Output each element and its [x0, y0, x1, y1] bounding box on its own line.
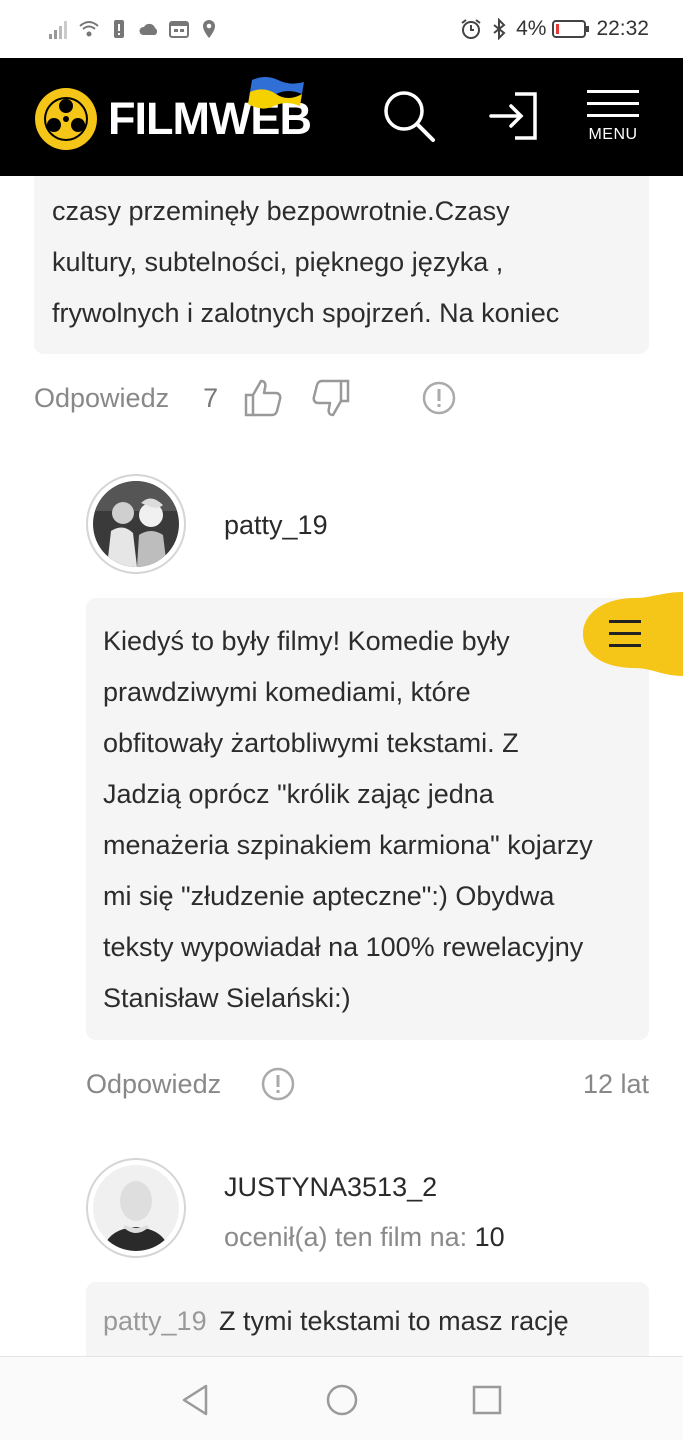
battery-icon [552, 20, 590, 38]
status-icons-left [48, 16, 220, 42]
login-icon [489, 92, 537, 140]
ukraine-flag-icon [248, 77, 304, 109]
hamburger-icon [587, 90, 639, 117]
quoted-username[interactable]: patty_19 [103, 1306, 207, 1336]
comment-actions: Odpowiedz 7 [34, 376, 456, 420]
floating-menu-button[interactable] [583, 592, 683, 676]
report-icon[interactable] [422, 381, 456, 415]
comment-line: frywolnych i zalotnych spojrzeń. Na koni… [52, 298, 560, 328]
alert-icon [114, 20, 124, 38]
menu-button[interactable]: MENU [585, 88, 641, 148]
status-icons-right: 4% 22:32 [460, 16, 649, 42]
comment-text: Z tymi tekstami to masz rację [219, 1306, 569, 1336]
cloud-icon [139, 23, 158, 35]
menu-label: MENU [588, 126, 638, 143]
comment-line: prawdziwymi komediami, które [103, 677, 471, 707]
search-icon [384, 91, 435, 142]
battery-percent: 4% [516, 17, 547, 40]
rating-value: 10 [474, 1222, 505, 1252]
home-icon[interactable] [325, 1383, 359, 1417]
thumbs-up-icon[interactable] [242, 377, 284, 419]
comment-line: Jadzią oprócz "królik zając jedna [103, 779, 494, 809]
comment-line: Stanisław Sielański:) [103, 983, 351, 1013]
avatar-photo [93, 481, 179, 567]
comment-username[interactable]: patty_19 [224, 510, 328, 541]
comment-line: mi się "złudzenie apteczne":) Obydwa [103, 881, 555, 911]
reply-button[interactable]: Odpowiedz [86, 1069, 221, 1100]
reply-button[interactable]: Odpowiedz [34, 383, 169, 414]
calendar-icon [169, 21, 189, 38]
comment-line: teksty wypowiadał na 100% rewelacyjny [103, 932, 584, 962]
signal-icon [49, 21, 67, 39]
comment-line: menażeria szpinakiem karmiona" kojarzy [103, 830, 593, 860]
thumbs-down-icon[interactable] [310, 377, 352, 419]
system-navigation-bar [0, 1356, 683, 1440]
status-bar: 4% 22:32 [0, 0, 683, 58]
film-reel-icon [35, 88, 97, 150]
location-icon [203, 20, 215, 38]
search-button[interactable] [378, 84, 440, 148]
clock: 22:32 [596, 17, 649, 40]
like-count: 7 [203, 382, 219, 413]
report-icon[interactable] [261, 1067, 295, 1101]
comment-age: 12 lat [582, 1068, 649, 1099]
comment-line: czasy przeminęły bezpowrotnie.Czasy [52, 196, 510, 226]
comment-bubble: Kiedyś to były filmy! Komedie były prawd… [86, 598, 649, 1040]
wifi-icon [79, 21, 99, 37]
alarm-icon [461, 19, 481, 39]
avatar[interactable] [86, 1158, 186, 1258]
recent-apps-icon[interactable] [471, 1384, 503, 1416]
comment-username[interactable]: JUSTYNA3513_2 [224, 1172, 437, 1203]
comment-bubble: czasy przeminęły bezpowrotnie.Czasy kult… [34, 176, 649, 354]
rating-prefix: ocenił(a) ten film na: [224, 1222, 468, 1252]
filmweb-logo[interactable]: FILMWEB [34, 77, 312, 152]
comment-line: obfitowały żartobliwymi tekstami. Z [103, 728, 519, 758]
login-button[interactable] [482, 84, 544, 148]
comments-section: czasy przeminęły bezpowrotnie.Czasy kult… [0, 176, 683, 1356]
comment-line: kultury, subtelności, pięknego języka , [52, 247, 504, 277]
comment-actions: Odpowiedz 12 lat [86, 1062, 649, 1106]
default-avatar-icon [93, 1165, 179, 1251]
app-header: FILMWEB MENU [0, 58, 683, 176]
avatar[interactable] [86, 474, 186, 574]
comment-bubble: patty_19 Z tymi tekstami to masz rację [86, 1282, 649, 1356]
user-rating: ocenił(a) ten film na: 10 [224, 1222, 505, 1253]
bluetooth-icon [493, 18, 506, 40]
back-icon[interactable] [180, 1383, 212, 1417]
comment-line: Kiedyś to były filmy! Komedie były [103, 626, 510, 656]
